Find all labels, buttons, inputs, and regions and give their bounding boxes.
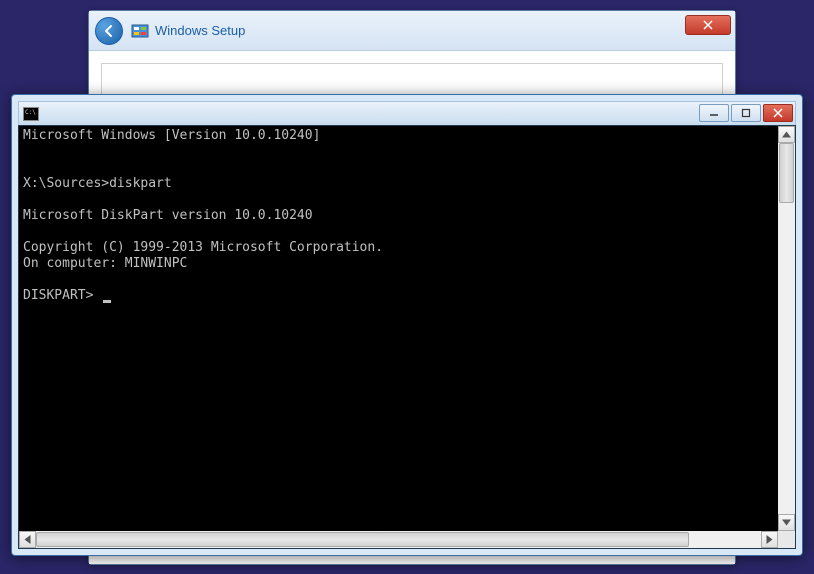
chevron-right-icon	[762, 532, 777, 547]
cmd-titlebar[interactable]	[18, 101, 796, 125]
chevron-left-icon	[20, 532, 35, 547]
scrollbar-corner	[778, 531, 795, 548]
close-icon	[773, 108, 783, 118]
chevron-down-icon	[779, 515, 794, 530]
scrollbar-track[interactable]	[778, 143, 795, 514]
cursor	[103, 300, 111, 303]
cmd-line: Copyright (C) 1999-2013 Microsoft Corpor…	[23, 240, 383, 255]
cmd-close-button[interactable]	[763, 104, 793, 122]
cmd-output: Microsoft Windows [Version 10.0.10240] X…	[23, 128, 775, 304]
setup-title: Windows Setup	[155, 23, 245, 38]
back-button[interactable]	[95, 17, 123, 45]
command-prompt-window: Microsoft Windows [Version 10.0.10240] X…	[11, 94, 803, 556]
close-icon	[703, 20, 713, 30]
scrollbar-thumb[interactable]	[779, 143, 794, 203]
cmd-line: X:\Sources>diskpart	[23, 176, 172, 191]
horizontal-scrollbar[interactable]	[19, 531, 778, 548]
cmd-line: Microsoft Windows [Version 10.0.10240]	[23, 128, 320, 143]
minimize-icon	[709, 108, 719, 118]
scrollbar-track-h[interactable]	[36, 531, 761, 548]
cmd-icon	[23, 107, 39, 121]
back-arrow-icon	[101, 23, 117, 39]
cmd-prompt: DISKPART>	[23, 288, 101, 303]
vertical-scrollbar[interactable]	[778, 126, 795, 531]
scroll-down-button[interactable]	[778, 514, 795, 531]
minimize-button[interactable]	[699, 104, 729, 122]
scroll-right-button[interactable]	[761, 531, 778, 548]
setup-titlebar: Windows Setup	[89, 11, 735, 51]
chevron-up-icon	[779, 127, 794, 142]
window-controls	[699, 104, 793, 122]
setup-close-button[interactable]	[685, 15, 731, 35]
cmd-line: On computer: MINWINPC	[23, 256, 187, 271]
scroll-up-button[interactable]	[778, 126, 795, 143]
maximize-icon	[741, 108, 751, 118]
maximize-button[interactable]	[731, 104, 761, 122]
cmd-line: Microsoft DiskPart version 10.0.10240	[23, 208, 313, 223]
scroll-left-button[interactable]	[19, 531, 36, 548]
setup-icon	[131, 22, 149, 40]
cmd-body[interactable]: Microsoft Windows [Version 10.0.10240] X…	[18, 125, 796, 549]
scrollbar-thumb-h[interactable]	[36, 532, 689, 547]
